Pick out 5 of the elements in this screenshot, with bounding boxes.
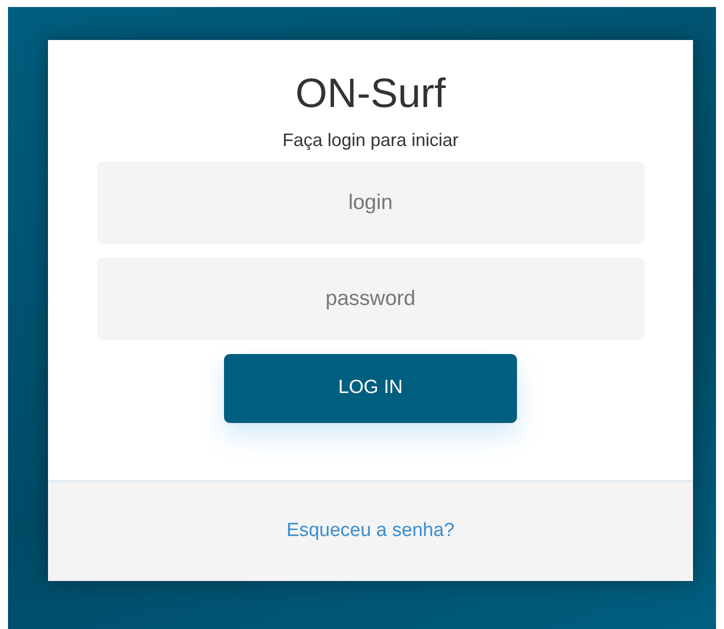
input-field[interactable]: password [96, 258, 644, 340]
app-title: ON-Surf [295, 69, 446, 118]
login-button[interactable]: LOG IN [224, 354, 517, 423]
input-field[interactable]: login [96, 162, 644, 244]
subtitle: Faça login para iniciar [282, 129, 459, 151]
